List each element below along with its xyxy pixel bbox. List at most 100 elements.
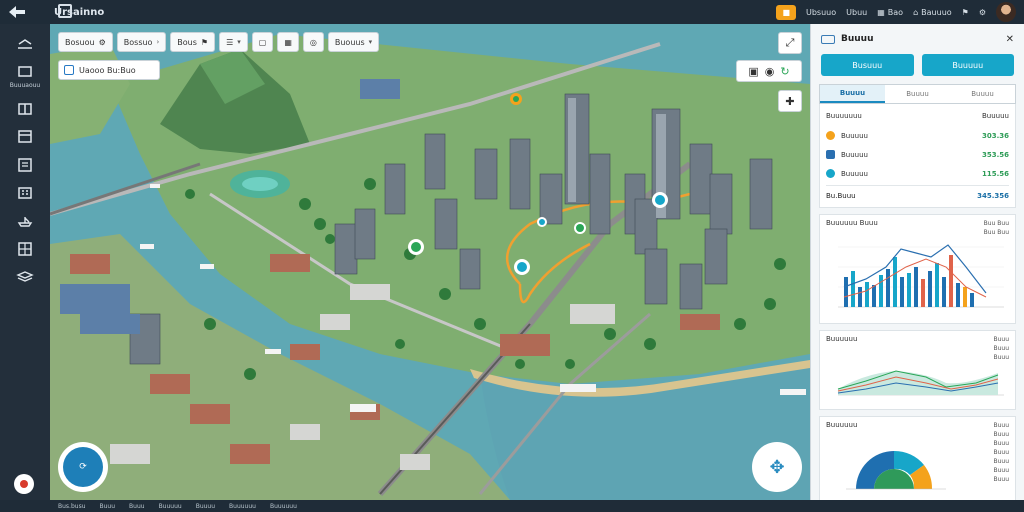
record-icon: ◉ (764, 64, 775, 78)
chart-legend: Buu Buu Buu Buu (983, 220, 1009, 236)
map-icon (58, 4, 72, 18)
top-nav: ■ Ubsuuo Ubuu ▦ Bao ⌂ Bauuuo ⚑ ⚙ (776, 0, 1016, 24)
status-item-2[interactable]: Buuu (100, 503, 116, 510)
area-chart-card: Buuuuuu Buuu Buuu Buuu (819, 330, 1016, 410)
sidebar-item-layers[interactable] (5, 36, 45, 52)
sidebar-item-table[interactable] (5, 241, 45, 257)
map-toolbar: Bosuou ⚙ Bossuo › Bous ⚑ ☰ ▾ ▢ ▦ ◎ Buouus ▾ (58, 32, 380, 52)
city-map-view[interactable]: Bosuou ⚙ Bossuo › Bous ⚑ ☰ ▾ ▢ ▦ ◎ Buouus ▾ U… (50, 24, 810, 500)
status-bar: Bus.busu Buuu Buuu Buuuuu Buuuu Buuuuuu … (0, 500, 1024, 512)
status-item-7[interactable]: Buuuuuu (270, 503, 297, 510)
status-item-1[interactable]: Bus.busu (58, 503, 86, 510)
route-icon (18, 66, 32, 77)
top-link-2[interactable]: Ubuu (846, 8, 867, 17)
tool-filter[interactable]: Bosuou ⚙ (58, 32, 113, 52)
map-marker-4[interactable] (574, 222, 586, 234)
list-icon (18, 158, 32, 172)
tab-3[interactable]: Buuuu (950, 85, 1015, 103)
home-icon: ⌂ (913, 7, 919, 17)
top-link-3[interactable]: ▦ Bao (877, 8, 903, 17)
status-item-5[interactable]: Buuuu (196, 503, 215, 510)
tool-target[interactable]: ◎ (302, 32, 324, 52)
status-item-3[interactable]: Buuu (129, 503, 145, 510)
expand-icon: ⤢ (785, 36, 795, 49)
location-search-label: Uaooo Bu:Buo (79, 65, 136, 75)
fullscreen-button[interactable]: ⤢ (778, 32, 802, 54)
map-marker-2[interactable] (514, 259, 530, 275)
list-item[interactable]: Buuuuu 303.36 (826, 126, 1009, 145)
status-item-6[interactable]: Buuuuuu (229, 503, 256, 510)
sidebar-item-list[interactable] (5, 157, 45, 173)
tool-square[interactable]: ▢ (251, 32, 274, 52)
grid-icon (18, 103, 32, 115)
navigation-control[interactable]: ✥ (752, 442, 802, 492)
view-controls[interactable]: ▣ ◉ ↻ (736, 60, 802, 82)
target-icon: ◎ (309, 37, 317, 47)
panel-title: Buuuu (841, 34, 874, 44)
tool-select[interactable]: Bossuo › (116, 32, 167, 52)
tool-points[interactable]: Bous ⚑ (170, 32, 216, 52)
sidebar-item-window[interactable] (5, 129, 45, 145)
record-button[interactable] (14, 474, 34, 494)
chart-title: Buuuuuu Buuu (826, 219, 878, 227)
compass-control[interactable]: ⟳ (58, 442, 108, 492)
chevron-right-icon: › (156, 38, 160, 46)
sidebar-item-stack[interactable] (5, 269, 45, 285)
donut-chart[interactable] (826, 429, 966, 497)
tab-2[interactable]: Buuuu (885, 85, 950, 103)
sidebar-item-ship[interactable] (5, 213, 45, 229)
top-link-1[interactable]: Ubsuuo (806, 8, 836, 17)
chart-title: Buuuuuu (826, 335, 858, 343)
crosshair-button[interactable]: ✚ (778, 90, 802, 112)
settings-icon[interactable]: ⚙ (979, 8, 986, 17)
logo-icon[interactable] (6, 3, 28, 21)
building-icon (18, 187, 32, 199)
tool-dropdown[interactable]: Buouus ▾ (327, 32, 380, 52)
map-marker-3[interactable] (652, 192, 668, 208)
map-scene[interactable] (50, 24, 810, 500)
status-dot-icon (826, 169, 835, 178)
summary-total: Bu.Buuu 345.356 (826, 185, 1009, 203)
status-dot-icon (826, 150, 835, 159)
panel-actions: Busuuu Buuuuu (811, 54, 1024, 76)
tab-1[interactable]: Buuuu (820, 85, 885, 103)
location-search[interactable]: Uaooo Bu:Buo (58, 60, 160, 80)
summary-header: Buuuuuuu Buuuuu (826, 112, 1009, 120)
ship-icon (17, 217, 33, 227)
bar-line-chart[interactable] (826, 227, 1010, 315)
donut-chart-card: Buuuuuu Buuu Buuu Buuu Buuu Buuu Buuu Bu… (819, 416, 1016, 504)
stack-icon (16, 271, 34, 282)
bar-line-chart-card: Buuuuuu Buuu Buu Buu Buu Buu (819, 214, 1016, 324)
chevron-down-icon: ▾ (368, 38, 373, 46)
summary-list: Buuuuuuu Buuuuu Buuuuu 303.36 Buuuuu 353… (819, 104, 1016, 208)
chevron-down-icon: ▾ (237, 38, 241, 46)
sidebar-item-route[interactable]: Buuuaouu (5, 64, 45, 89)
action-button-1[interactable]: Busuuu (821, 54, 914, 76)
panel-icon (821, 34, 835, 44)
sidebar-item-grid[interactable] (5, 101, 45, 117)
top-link-4[interactable]: ⌂ Bauuuo (913, 8, 952, 17)
close-icon[interactable]: ✕ (1006, 34, 1014, 45)
panel-tabs: Buuuu Buuuu Buuuu (819, 84, 1016, 104)
tool-3d[interactable]: ▦ (277, 32, 299, 52)
window-icon (18, 130, 32, 143)
action-button-2[interactable]: Buuuuu (921, 54, 1014, 76)
list-item[interactable]: Buuuuu 353.56 (826, 145, 1009, 164)
gear-icon: ⚙ (98, 37, 106, 47)
avatar[interactable] (996, 2, 1016, 22)
square-icon: ▢ (258, 37, 267, 47)
record-icon (20, 480, 28, 488)
pin-icon[interactable]: ⚑ (962, 8, 969, 17)
status-item-4[interactable]: Buuuuu (159, 503, 182, 510)
map-marker-6[interactable] (510, 93, 522, 105)
map-marker-5[interactable] (537, 217, 547, 227)
tool-layers[interactable]: ☰ ▾ (219, 32, 248, 52)
list-item[interactable]: Buuuuu 115.56 (826, 164, 1009, 183)
map-marker-1[interactable] (408, 239, 424, 255)
sidebar-item-building[interactable] (5, 185, 45, 201)
grid-icon: ▦ (877, 7, 885, 17)
top-bar: Ursainno ■ Ubsuuo Ubuu ▦ Bao ⌂ Bauuuo ⚑ ⚙ (0, 0, 1024, 24)
area-chart[interactable] (826, 343, 1010, 403)
layers-icon (18, 39, 32, 49)
notification-button[interactable]: ■ (776, 4, 796, 20)
